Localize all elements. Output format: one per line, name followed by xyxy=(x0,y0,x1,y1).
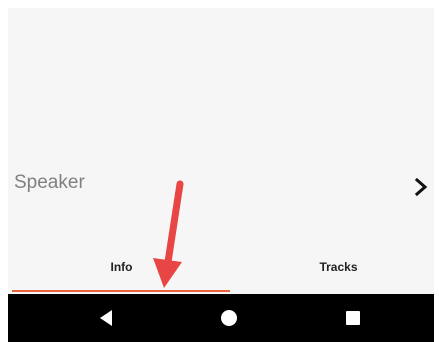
back-triangle-icon[interactable] xyxy=(94,306,118,330)
chevron-right-icon[interactable] xyxy=(410,174,434,200)
tab-tracks[interactable]: Tracks xyxy=(229,244,439,290)
app-screen: Speaker Info Tracks xyxy=(8,8,434,342)
system-nav-bar xyxy=(8,294,434,342)
recents-square-icon[interactable] xyxy=(341,306,365,330)
speaker-label: Speaker xyxy=(14,172,85,193)
tab-bar: Info Tracks xyxy=(8,248,434,294)
tab-selected-indicator xyxy=(12,290,230,292)
tab-info[interactable]: Info xyxy=(12,244,231,290)
home-circle-icon[interactable] xyxy=(217,306,241,330)
tab-info-label: Info xyxy=(110,260,133,274)
speaker-row[interactable]: Speaker xyxy=(8,166,434,208)
tab-tracks-label: Tracks xyxy=(319,260,358,274)
